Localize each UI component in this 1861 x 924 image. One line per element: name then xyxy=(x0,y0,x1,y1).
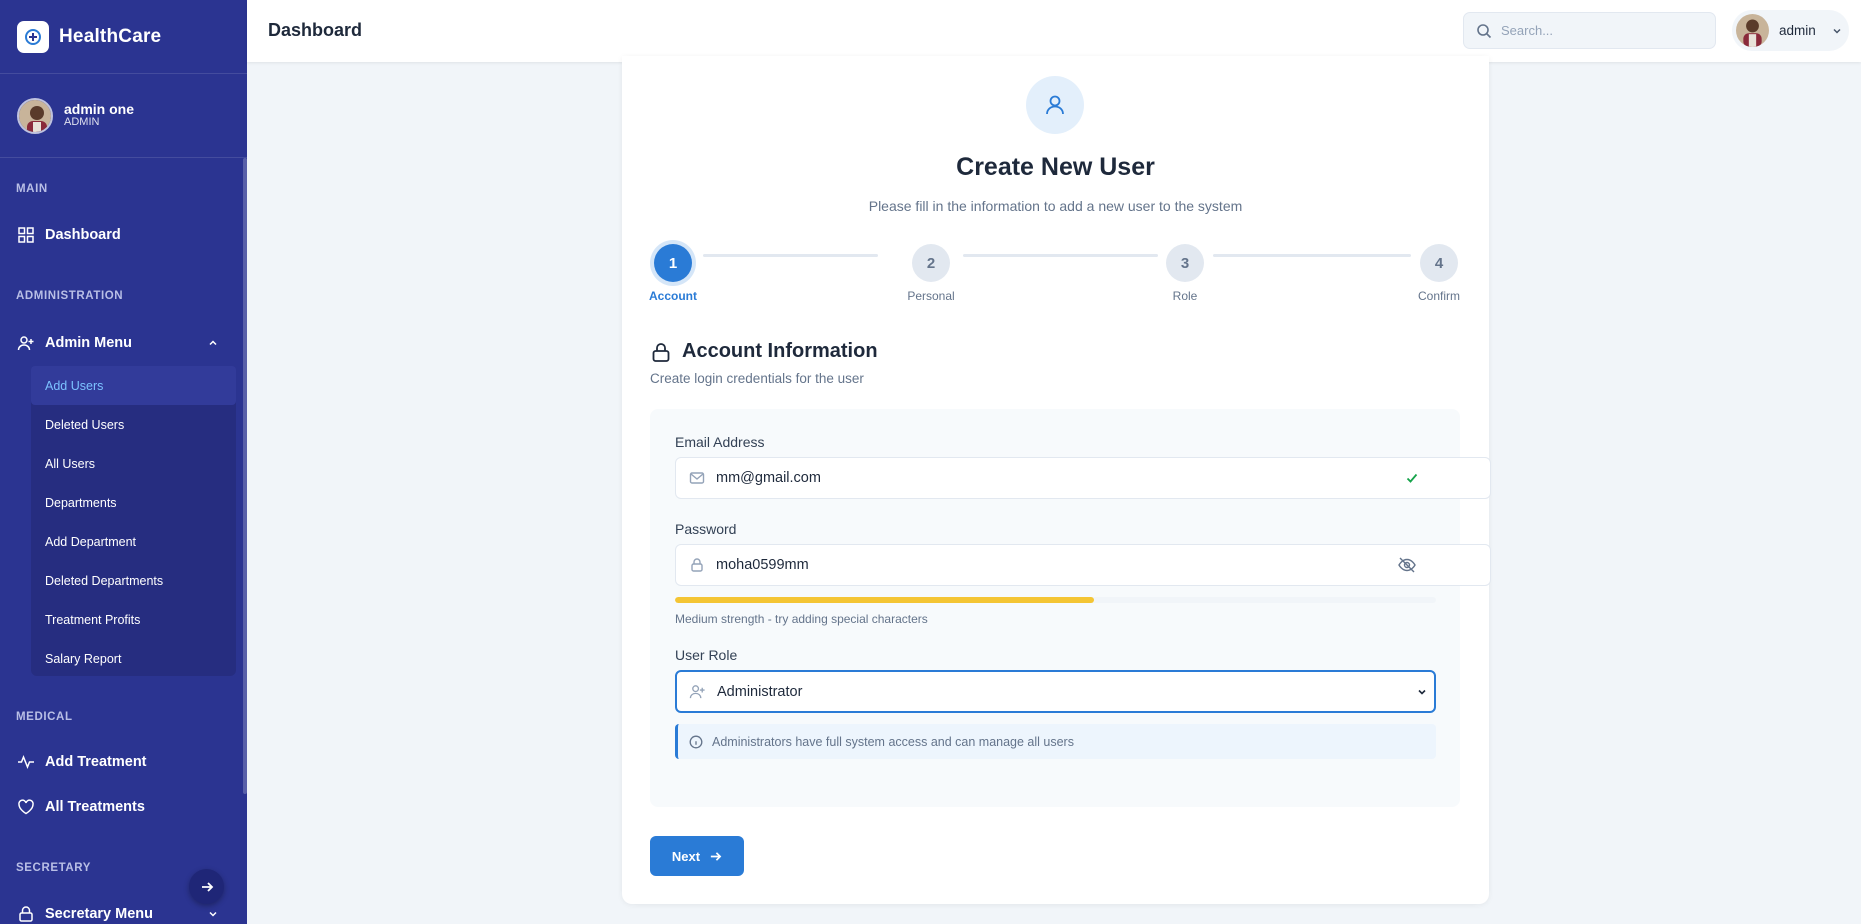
lock-icon xyxy=(652,342,670,362)
step-2-label: Personal xyxy=(907,289,955,303)
next-button-label: Next xyxy=(671,848,701,864)
mail-icon xyxy=(689,472,705,484)
password-field[interactable]: moha0599mm xyxy=(675,544,1491,586)
profile-role: ADMIN xyxy=(64,116,100,129)
sidebar-item-treatment-profits[interactable]: Treatment Profits xyxy=(31,600,236,639)
email-value: mm@gmail.com xyxy=(716,470,821,486)
section-medical: MEDICAL xyxy=(16,711,73,723)
step-connector xyxy=(963,254,1158,257)
eye-off-icon[interactable] xyxy=(1397,555,1417,575)
chevron-down-icon xyxy=(1418,689,1426,695)
sidebar-item-label: Admin Menu xyxy=(45,335,132,351)
sidebar-item-all-treatments[interactable]: All Treatments xyxy=(0,787,240,827)
step-connector xyxy=(1213,254,1411,257)
user-menu-button[interactable]: admin xyxy=(1732,10,1849,51)
page-title: Dashboard xyxy=(268,20,363,40)
step-connector xyxy=(703,254,878,257)
next-button[interactable]: Next xyxy=(650,836,744,876)
sidebar-item-label: Add Treatment xyxy=(45,754,147,770)
avatar xyxy=(1736,14,1769,47)
heart-icon xyxy=(18,799,34,815)
user-name: admin xyxy=(1779,23,1816,38)
section-subtitle: Create login credentials for the user xyxy=(650,371,864,386)
sidebar-scrollbar[interactable] xyxy=(243,158,247,794)
email-label: Email Address xyxy=(675,434,765,450)
sidebar-item-label: Secretary Menu xyxy=(45,906,153,922)
info-icon xyxy=(689,735,703,748)
sidebar-item-label: All Treatments xyxy=(45,799,145,815)
sidebar-item-dashboard[interactable]: Dashboard xyxy=(0,215,240,255)
email-field[interactable]: mm@gmail.com xyxy=(675,457,1491,499)
collapse-sidebar-button[interactable] xyxy=(189,869,224,904)
sidebar-item-deleted-users[interactable]: Deleted Users xyxy=(31,405,236,444)
password-strength-meter xyxy=(675,597,1436,603)
password-strength-text: Medium strength - try adding special cha… xyxy=(675,612,928,626)
section-title-text: Account Information xyxy=(682,340,878,362)
role-select[interactable]: Administrator xyxy=(675,670,1436,713)
healthcare-logo-icon xyxy=(17,20,49,53)
sidebar-item-add-users[interactable]: Add Users xyxy=(31,366,236,405)
lock-icon xyxy=(19,906,33,922)
sidebar-item-label: Dashboard xyxy=(45,227,121,243)
role-select-value: Administrator xyxy=(717,683,803,700)
sidebar-item-salary-report[interactable]: Salary Report xyxy=(31,639,236,678)
search-box[interactable] xyxy=(1463,12,1716,49)
brand[interactable]: HealthCare xyxy=(0,0,247,74)
chevron-down-icon xyxy=(1833,28,1841,34)
step-1-label: Account xyxy=(649,289,697,303)
lock-icon xyxy=(691,558,703,572)
sidebar-item-deleted-departments[interactable]: Deleted Departments xyxy=(31,561,236,600)
sidebar: HealthCare admin one ADMIN MAIN Dashboar… xyxy=(0,0,247,924)
section-secretary: SECRETARY xyxy=(16,862,92,874)
role-info-alert: Administrators have full system access a… xyxy=(675,724,1436,759)
step-4-circle[interactable]: 4 xyxy=(1420,244,1458,282)
card-title: Create New User xyxy=(956,153,1155,181)
admin-submenu: Add Users Deleted Users All Users Depart… xyxy=(31,366,236,676)
sidebar-item-admin-menu[interactable]: Admin Menu xyxy=(0,323,240,363)
user-plus-icon xyxy=(17,336,34,351)
step-4-label: Confirm xyxy=(1417,289,1460,303)
user-plus-icon xyxy=(689,685,705,699)
arrow-right-icon xyxy=(201,881,213,892)
password-label: Password xyxy=(675,521,737,537)
password-value: moha0599mm xyxy=(716,557,809,573)
password-strength-bar xyxy=(675,597,1094,603)
check-icon xyxy=(1406,473,1418,483)
step-3-label: Role xyxy=(1172,289,1198,303)
sidebar-item-add-treatment[interactable]: Add Treatment xyxy=(0,742,240,782)
sidebar-profile: admin one ADMIN xyxy=(0,74,247,158)
chevron-up-icon xyxy=(209,340,217,346)
role-info-text: Administrators have full system access a… xyxy=(712,734,1074,749)
sidebar-item-departments[interactable]: Departments xyxy=(31,483,236,522)
search-input[interactable] xyxy=(1501,23,1701,38)
top-header: Dashboard admin xyxy=(247,0,1861,62)
step-1-circle[interactable]: 1 xyxy=(654,244,692,282)
sidebar-item-all-users[interactable]: All Users xyxy=(31,444,236,483)
section-administration: ADMINISTRATION xyxy=(16,290,124,302)
arrow-right-icon xyxy=(710,851,722,861)
step-2-circle[interactable]: 2 xyxy=(912,244,950,282)
section-main: MAIN xyxy=(16,183,48,195)
role-label: User Role xyxy=(675,647,738,663)
brand-name: HealthCare xyxy=(59,25,162,47)
activity-icon xyxy=(18,754,34,770)
step-3-circle[interactable]: 3 xyxy=(1166,244,1204,282)
user-icon xyxy=(1026,76,1084,134)
chevron-down-icon xyxy=(209,911,217,917)
grid-icon xyxy=(18,227,34,243)
section-title: Account Information xyxy=(650,340,878,363)
avatar xyxy=(17,97,53,134)
search-icon xyxy=(1477,23,1492,38)
sidebar-item-add-department[interactable]: Add Department xyxy=(31,522,236,561)
card-subtitle: Please fill in the information to add a … xyxy=(868,198,1243,214)
profile-name: admin one xyxy=(64,101,135,118)
